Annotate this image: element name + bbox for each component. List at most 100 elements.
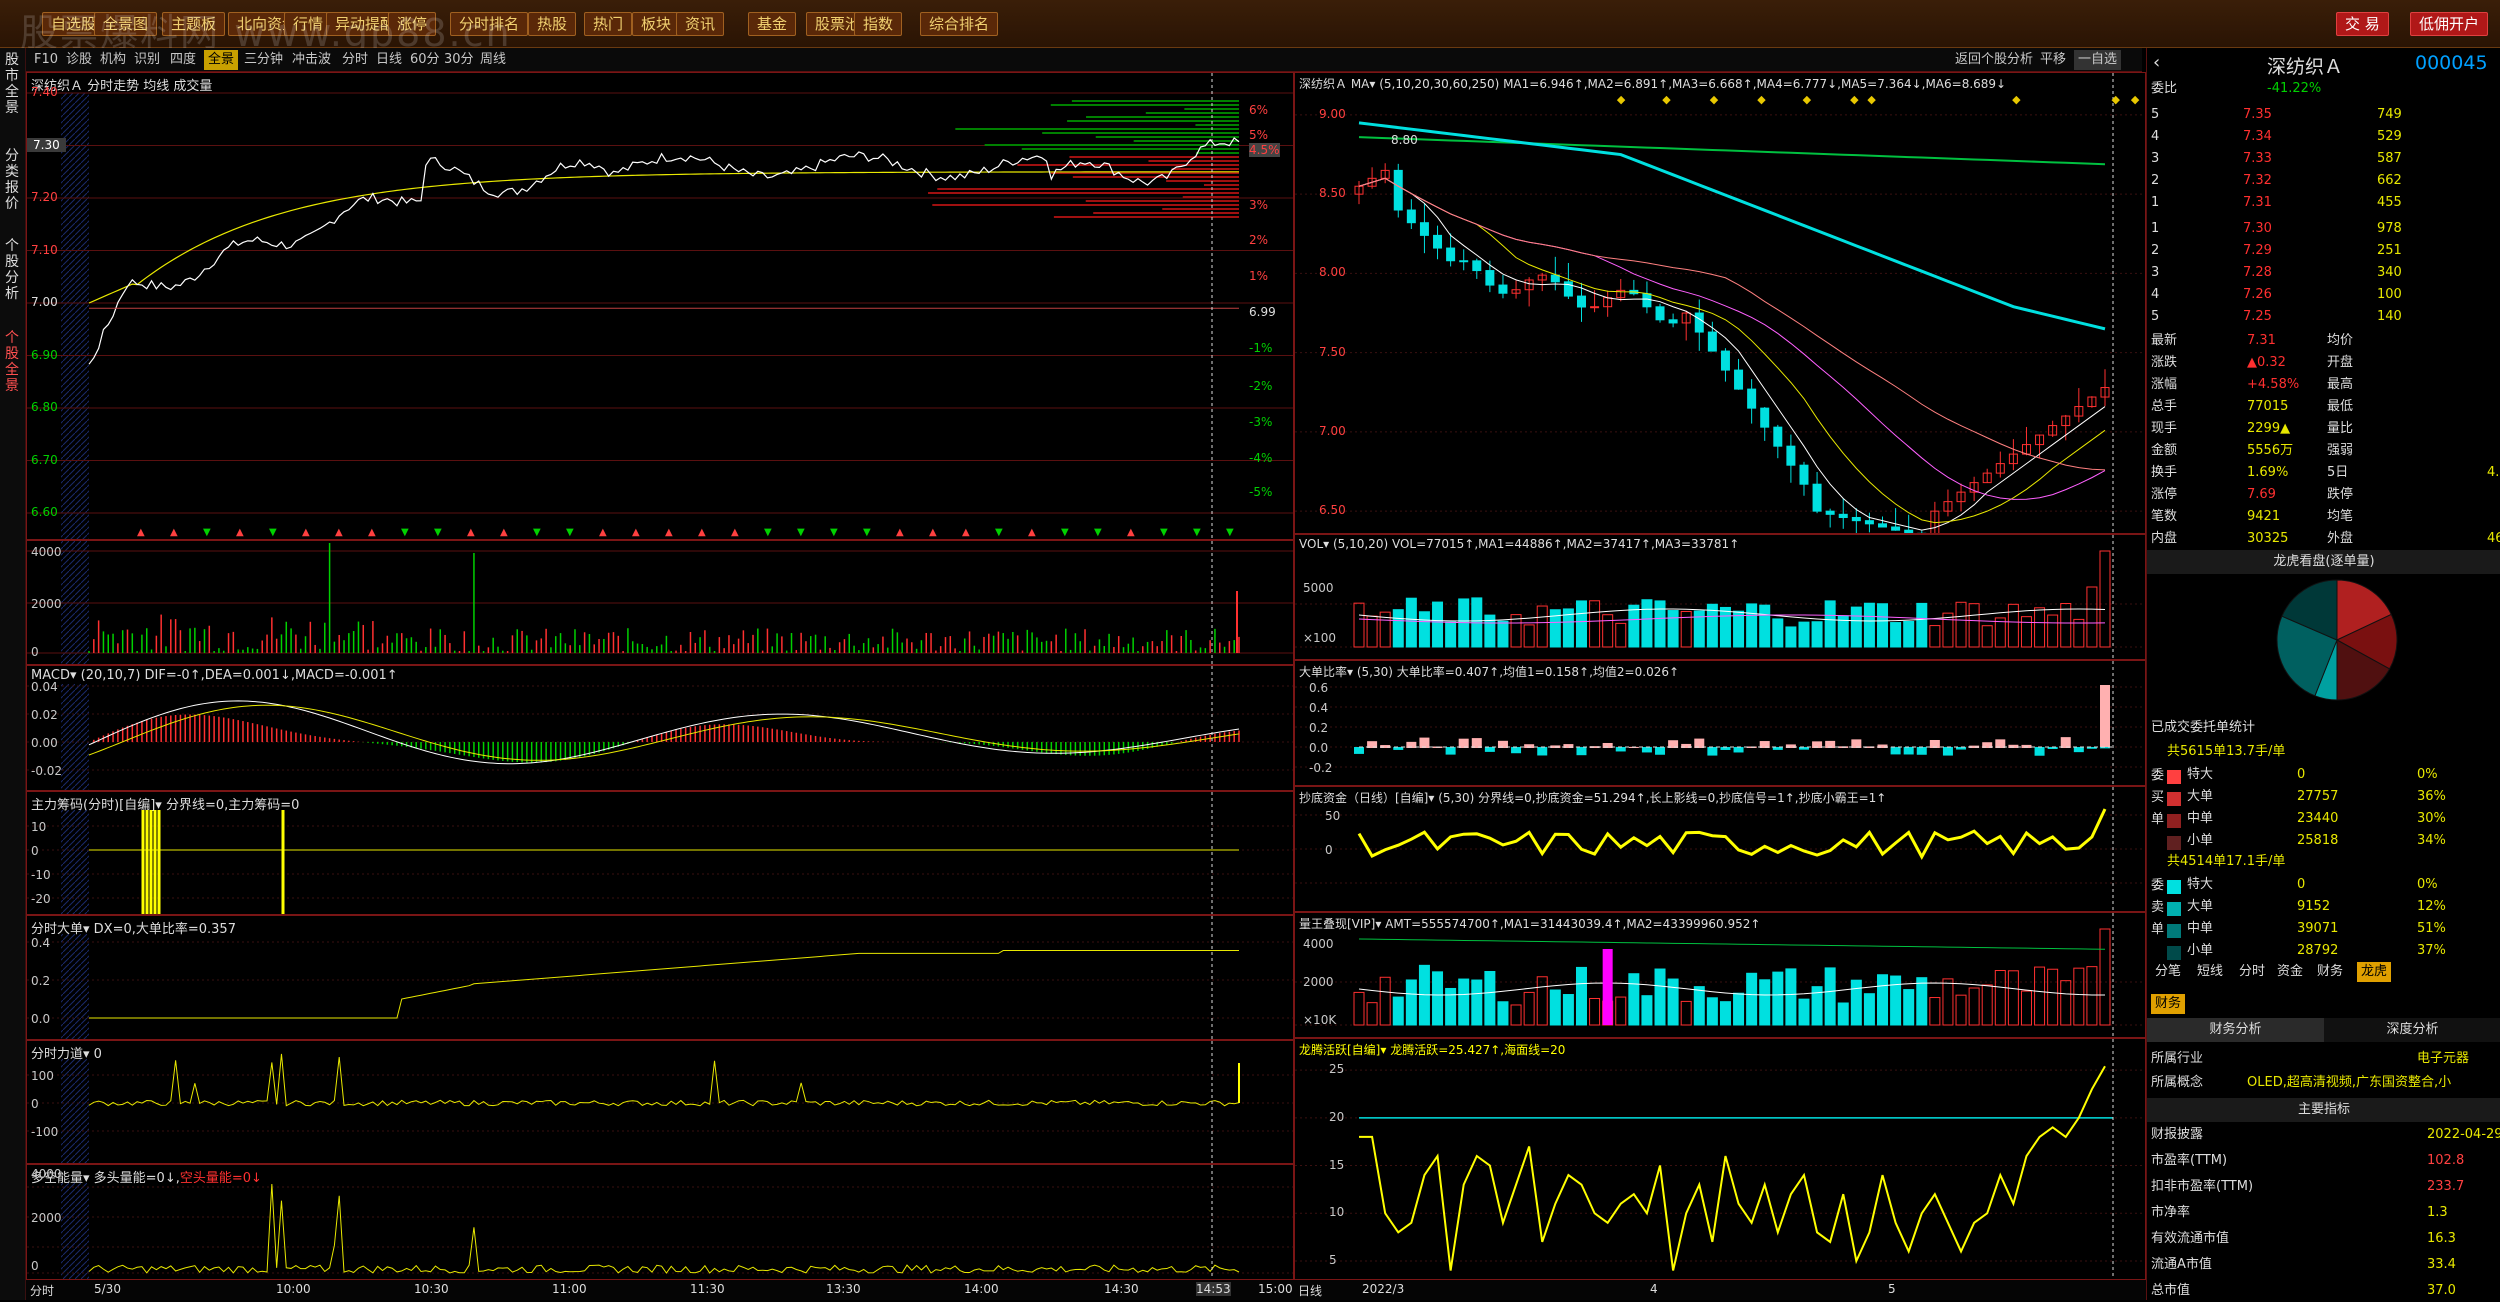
toolbar-item-7[interactable]: 冲击波 — [288, 50, 335, 70]
pct-tick: 3% — [1249, 198, 1269, 212]
toolbar-item-0[interactable]: F10 — [30, 50, 62, 70]
topbar-item-8[interactable]: 热股 — [528, 12, 577, 36]
bottom-tab-2[interactable]: 分时 — [2235, 962, 2269, 982]
side-label: 单 — [2151, 812, 2165, 827]
daily-price-tick: 9.00 — [1319, 106, 1346, 121]
pct-tick: -3% — [1249, 415, 1273, 429]
cell: 所属概念 — [2151, 1075, 2204, 1090]
cell: 小单 — [2187, 833, 2214, 848]
axis-tick: 2000 — [31, 1211, 62, 1225]
svg-text:▲: ▲ — [368, 527, 376, 538]
big-order-panel[interactable]: 分时大单▾ DX=0,大单比率=0.357 0.4 0.2 0.0 — [26, 915, 1294, 1040]
svg-text:▼: ▼ — [1193, 527, 1201, 538]
intraday-volume-panel[interactable]: 4000 2000 0 — [26, 540, 1294, 665]
bottom-tab-3[interactable]: 资金 — [2273, 962, 2307, 982]
fin-tab[interactable]: 财务 — [2151, 994, 2186, 1014]
toolbar-item-2[interactable]: 机构 — [96, 50, 130, 70]
pct-tick: 5% — [1249, 128, 1269, 142]
topbar-item-11[interactable]: 资讯 — [676, 12, 725, 36]
bottom-tab-5[interactable]: 龙虎 — [2357, 962, 2392, 982]
svg-text:▼: ▼ — [269, 527, 277, 538]
open-account-button[interactable]: 低佣开户 — [2410, 12, 2489, 36]
macd-panel[interactable]: MACD▾ (20,10,7) DIF=-0↑,DEA=0.001↓,MACD=… — [26, 665, 1294, 791]
dragon-active-panel[interactable]: 龙腾活跃[自编]▾ 龙腾活跃=25.427↑,海面线=20 25 20 15 10 5 — [1294, 1038, 2146, 1280]
toolbar-item-4[interactable]: 四度 — [166, 50, 200, 70]
sell-order-row: 中单 39071 51% — [2147, 918, 2500, 940]
cell: 1.3 — [2427, 1205, 2448, 1220]
topbar-item-15[interactable]: 综合排名 — [920, 12, 999, 36]
fin-analysis-tab[interactable]: 财务分析 — [2147, 1018, 2324, 1042]
topbar-item-10[interactable]: 板块 — [632, 12, 681, 36]
self-select-dropdown[interactable]: 一自选 — [2074, 50, 2122, 70]
axis-tick: 0 — [31, 1097, 39, 1111]
side-label: 买 — [2151, 790, 2165, 805]
axis-tick: 4000 — [31, 545, 62, 559]
daily-price-tick: 6.50 — [1319, 503, 1346, 518]
depth-analysis-tab[interactable]: 深度分析 — [2324, 1018, 2500, 1042]
axis-tick: 2000 — [1303, 975, 1334, 989]
topbar-item-12[interactable]: 基金 — [748, 12, 797, 36]
intraday-price-panel[interactable]: 深纺织Ａ 分时走势 均线 成交量 ▲ ▲ ▼ ▲ ▼ ▲ ▲ ▲ ▼ ▼ ▲ ▲ ▼ ▼ ▲ ▲ ▲ ▲ ▲ ▼ ▼ ▼ ▼… — [26, 72, 1294, 540]
svg-text:▼: ▼ — [764, 527, 772, 538]
svg-text:▲: ▲ — [137, 527, 145, 538]
axis-tick: 10 — [1329, 1205, 1345, 1220]
axis-tick: 25 — [1329, 1062, 1345, 1077]
key-indicators-title: 主要指标 — [2147, 1098, 2500, 1122]
top-menu-bar: 自选股 全景图 主题板 北向资金 行情 异动提醒 涨停 分时排名 热股 热门 板块 资讯 基金 股票池 指数… — [0, 0, 2500, 55]
bottom-tab-1[interactable]: 短线 — [2193, 962, 2227, 982]
back-to-analysis-button[interactable]: 返回个股分析 — [1951, 50, 2037, 70]
side-label: 委 — [2151, 878, 2165, 893]
fin-row: 市净率 1.3 — [2147, 1202, 2500, 1224]
daily-volume-panel[interactable]: VOL▾ (5,10,20) VOL=77015↑,MA1=44886↑,MA2… — [1294, 534, 2146, 660]
trade-button[interactable]: 交 易 — [2336, 12, 2389, 36]
nav-stock-analysis[interactable]: 个股分析 — [2, 238, 22, 302]
cell: 37% — [2417, 943, 2446, 958]
cell: 12% — [2417, 899, 2446, 914]
axis-tick: 15 — [1329, 1157, 1345, 1172]
main-chips-panel[interactable]: 主力筹码(分时)[自编]▾ 分界线=0,主力筹码=0 10 0 -10 -20 — [26, 791, 1294, 915]
flat-button[interactable]: 平移 — [2036, 50, 2070, 70]
time-tick: 5/30 — [94, 1282, 121, 1296]
bottom-tab-4[interactable]: 财务 — [2313, 962, 2347, 982]
toolbar-item-12[interactable]: 周线 — [476, 50, 510, 70]
topbar-item-14[interactable]: 指数 — [854, 12, 903, 36]
toolbar-item-5[interactable]: 全景 — [204, 50, 239, 70]
bottom-tab-0[interactable]: 分笔 — [2151, 962, 2185, 982]
svg-text:◆: ◆ — [2111, 93, 2120, 106]
nav-stock-panorama[interactable]: 个股全景 — [2, 330, 22, 394]
intraday-time-axis: 分时 5/30 10:00 10:30 11:00 11:30 13:30 14:00 14:3… — [26, 1280, 1294, 1300]
daily-kline-panel[interactable]: 深纺织Ａ MA▾ (5,10,20,30,60,250) MA1=6.946↑,… — [1294, 72, 2146, 534]
svg-text:▲: ▲ — [929, 527, 937, 538]
topbar-item-9[interactable]: 热门 — [584, 12, 633, 36]
fin-row: 财报披露 2022-04-29 — [2147, 1124, 2500, 1146]
toolbar-item-9[interactable]: 日线 — [372, 50, 406, 70]
toolbar-item-10[interactable]: 60分 — [406, 50, 444, 70]
nav-category-quotes[interactable]: 分类报价 — [2, 148, 22, 212]
svg-text:▲: ▲ — [500, 527, 508, 538]
left-nav: 股市全景 分类报价 个股分析 个股全景 — [0, 48, 26, 1300]
cell: 36% — [2417, 789, 2446, 804]
bottom-fishing-panel[interactable]: 抄底资金（日线）[自编]▾ (5,30) 分界线=0,抄底资金=51.294↑,… — [1294, 786, 2146, 912]
toolbar-item-11[interactable]: 30分 — [440, 50, 478, 70]
toolbar-item-3[interactable]: 识别 — [130, 50, 164, 70]
toolbar-item-6[interactable]: 三分钟 — [240, 50, 287, 70]
svg-text:▼: ▼ — [830, 527, 838, 538]
axis-tick: 0.6 — [1309, 681, 1329, 695]
axis-tick: 5000 — [1303, 581, 1334, 595]
price-tick: 7.40 — [31, 85, 58, 99]
pct-tick: -5% — [1249, 485, 1273, 499]
side-label: 单 — [2151, 922, 2165, 937]
axis-tick: 0 — [31, 1259, 39, 1273]
toolbar-item-8[interactable]: 分时 — [338, 50, 372, 70]
daily-big-ratio-panel[interactable]: 大单比率▾ (5,30) 大单比率=0.407↑,均值1=0.158↑,均值2=… — [1294, 660, 2146, 786]
toolbar-item-1[interactable]: 诊股 — [62, 50, 96, 70]
price-tick: 7.00 — [31, 295, 58, 309]
nav-market-overview[interactable]: 股市全景 — [2, 52, 22, 116]
long-short-panel[interactable]: 多空能量▾ 多头量能=0↓,空头量能=0↓ 4000 2000 0 — [26, 1164, 1294, 1280]
cell: 财报披露 — [2151, 1127, 2204, 1142]
svg-text:▼: ▼ — [434, 527, 442, 538]
svg-text:▲: ▲ — [335, 527, 343, 538]
volume-king-panel[interactable]: 量王叠现[VIP]▾ AMT=555574700↑,MA1=31443039.4… — [1294, 912, 2146, 1038]
force-panel[interactable]: 分时力道▾ 0 100 0 -100 — [26, 1040, 1294, 1164]
axis-tick: -0.02 — [31, 764, 63, 778]
